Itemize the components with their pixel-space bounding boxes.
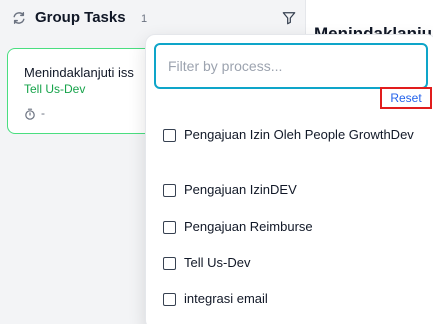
- process-option[interactable]: Tell Us-Dev: [163, 253, 424, 273]
- task-count-badge: 1: [141, 13, 148, 25]
- panel-title: Group Tasks: [35, 9, 126, 26]
- reset-button[interactable]: Reset: [380, 87, 432, 109]
- panel-header: Group Tasks 1: [0, 0, 306, 38]
- process-option-label: Pengajuan Izin Oleh People GrowthDev: [184, 127, 414, 142]
- process-option[interactable]: Pengajuan IzinDEV: [163, 180, 424, 200]
- process-option[interactable]: Pengajuan Reimburse: [163, 217, 424, 237]
- process-option-checkbox[interactable]: [163, 293, 176, 306]
- process-option-checkbox[interactable]: [163, 257, 176, 270]
- refresh-icon[interactable]: [12, 11, 26, 25]
- timer-icon: [25, 108, 35, 120]
- process-option-label: Pengajuan IzinDEV: [184, 182, 297, 197]
- process-option-checkbox[interactable]: [163, 129, 176, 142]
- task-process-name: Tell Us-Dev: [24, 82, 86, 96]
- task-title: Menindaklanjuti iss: [24, 65, 134, 80]
- task-due: -: [41, 106, 45, 120]
- app-root: Group Tasks 1 Menindaklanjuti iss Tell U…: [0, 0, 433, 324]
- process-filter-popover: Reset Pengajuan Izin Oleh People GrowthD…: [145, 34, 433, 324]
- process-option[interactable]: integrasi email: [163, 289, 424, 309]
- process-option-label: integrasi email: [184, 291, 268, 306]
- process-option[interactable]: Pengajuan Izin Oleh People GrowthDev: [163, 125, 424, 145]
- process-option-label: Pengajuan Reimburse: [184, 219, 313, 234]
- process-option-label: Tell Us-Dev: [184, 255, 251, 270]
- process-option-checkbox[interactable]: [163, 184, 176, 197]
- process-option-checkbox[interactable]: [163, 221, 176, 234]
- filter-icon[interactable]: [282, 11, 296, 25]
- process-filter-input[interactable]: [154, 43, 428, 89]
